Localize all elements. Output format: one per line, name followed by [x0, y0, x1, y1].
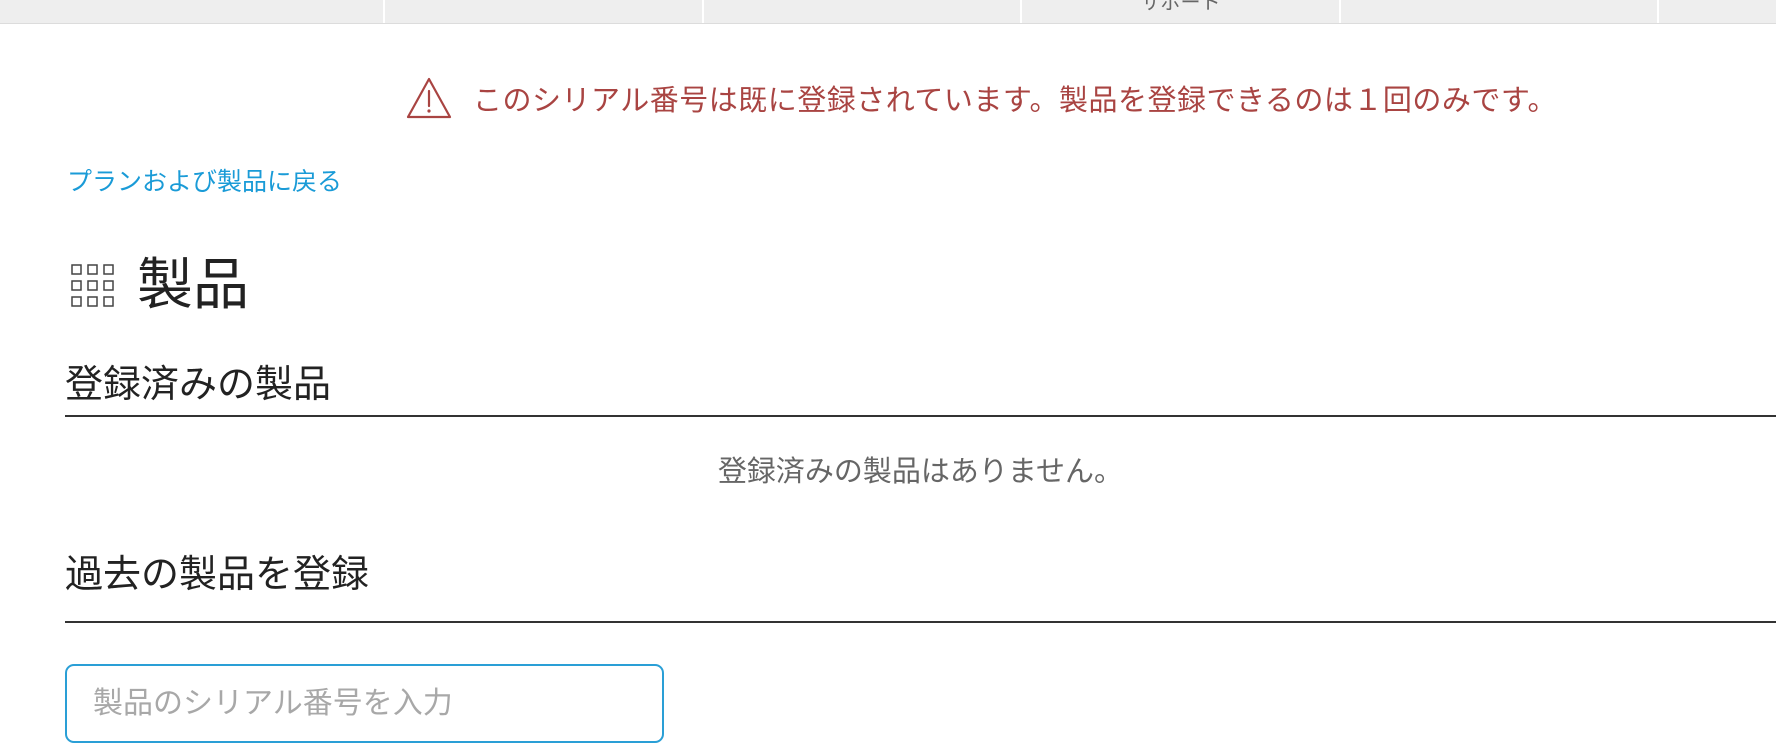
tab-6[interactable]: [1659, 0, 1776, 23]
registered-products-heading: 登録済みの製品: [65, 362, 332, 406]
back-to-plans-link[interactable]: プランおよび製品に戻る: [67, 162, 342, 198]
tab-label: サポート: [1140, 0, 1221, 14]
tab-2[interactable]: [385, 0, 704, 23]
tab-5[interactable]: [1341, 0, 1659, 23]
tab-support[interactable]: サポート: [1022, 0, 1341, 23]
top-tab-bar: サポート: [0, 0, 1776, 24]
register-past-product-heading: 過去の製品を登録: [65, 552, 370, 596]
page-title: 製品: [137, 253, 249, 318]
section-divider: [65, 621, 1776, 623]
tab-1[interactable]: [0, 0, 385, 23]
tab-3[interactable]: [704, 0, 1022, 23]
section-divider: [65, 415, 1776, 417]
grid-icon: [71, 264, 115, 308]
page: サポート このシリアル番号は既に登録されています。製品を登録できるのは１回のみで…: [0, 0, 1776, 756]
alert-message: このシリアル番号は既に登録されています。製品を登録できるのは１回のみです。: [473, 83, 1557, 117]
error-alert: このシリアル番号は既に登録されています。製品を登録できるのは１回のみです。: [405, 76, 1557, 120]
page-header: 製品: [71, 258, 249, 314]
no-products-message: 登録済みの製品はありません。: [717, 454, 1124, 488]
warning-triangle-icon: [405, 76, 453, 120]
serial-number-input[interactable]: [65, 664, 664, 743]
